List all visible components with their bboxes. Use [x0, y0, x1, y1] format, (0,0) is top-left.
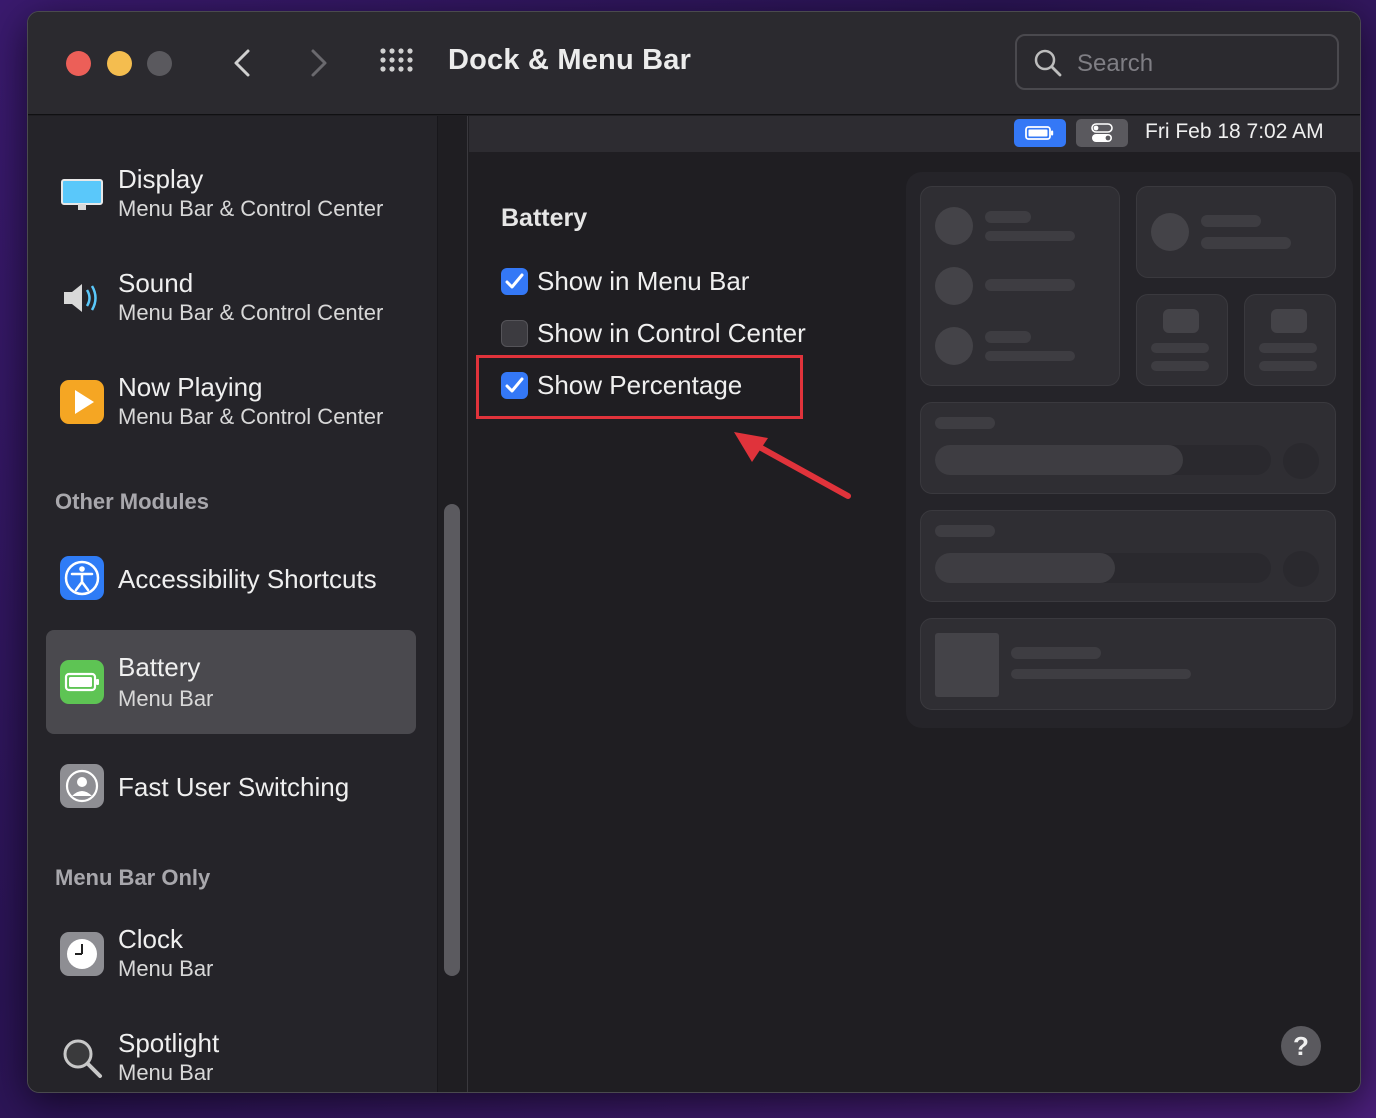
- preview-card: [920, 186, 1120, 386]
- sidebar-item-title: Fast User Switching: [118, 772, 350, 802]
- annotation-arrow-icon: [734, 432, 851, 499]
- close-button[interactable]: [66, 51, 91, 76]
- sidebar-item-title: Spotlight: [118, 1028, 220, 1058]
- sidebar-item-title: Now Playing: [118, 372, 263, 402]
- sidebar-item-fast-user-switching[interactable]: Fast User Switching: [46, 756, 416, 820]
- show-in-control-center-checkbox[interactable]: [501, 320, 528, 347]
- content-pane: Fri Feb 18 7:02 AM Battery Show in Menu …: [469, 116, 1360, 1092]
- back-button[interactable]: [228, 46, 258, 80]
- menubar-battery-item: [1014, 119, 1066, 147]
- menubar-control-center-item: [1076, 119, 1128, 147]
- accessibility-icon: [60, 556, 104, 600]
- sidebar-item-clock[interactable]: Clock Menu Bar: [46, 924, 416, 994]
- sidebar-item-title: Accessibility Shortcuts: [118, 564, 377, 594]
- search-icon: [1034, 49, 1062, 77]
- grid-icon: [380, 48, 413, 72]
- option-label: Show in Menu Bar: [537, 266, 750, 296]
- sidebar: Display Menu Bar & Control Center Sound …: [28, 116, 438, 1092]
- sidebar-item-spotlight[interactable]: Spotlight Menu Bar: [46, 1028, 416, 1092]
- preview-card: [920, 510, 1336, 602]
- battery-icon: [60, 660, 104, 704]
- sidebar-item-accessibility-shortcuts[interactable]: Accessibility Shortcuts: [46, 546, 416, 610]
- section-header-menu-bar-only: Menu Bar Only: [55, 865, 211, 890]
- checkmark-icon: [505, 273, 524, 289]
- option-label: Show in Control Center: [537, 318, 806, 348]
- scrollbar-thumb[interactable]: [444, 504, 460, 976]
- search-placeholder: Search: [1077, 50, 1154, 77]
- sidebar-item-battery[interactable]: Battery Menu Bar: [46, 630, 416, 734]
- sidebar-item-subtitle: Menu Bar: [118, 956, 214, 981]
- sidebar-item-subtitle: Menu Bar & Control Center: [118, 300, 384, 325]
- zoom-button[interactable]: [147, 51, 172, 76]
- speaker-icon: [64, 284, 97, 312]
- spotlight-icon: [63, 1039, 102, 1078]
- play-icon: [60, 380, 104, 424]
- sidebar-item-now-playing[interactable]: Now Playing Menu Bar & Control Center: [46, 368, 416, 438]
- help-button[interactable]: ?: [1281, 1026, 1321, 1066]
- preview-card: [1136, 294, 1228, 386]
- control-center-icon: [1091, 123, 1113, 142]
- sidebar-item-title: Display: [118, 164, 204, 194]
- chevron-left-icon: [234, 49, 250, 77]
- preview-card: [920, 402, 1336, 494]
- show-in-menu-bar-checkbox[interactable]: [501, 268, 528, 295]
- section-header-other-modules: Other Modules: [55, 489, 210, 514]
- minimize-button[interactable]: [107, 51, 132, 76]
- sidebar-item-title: Sound: [118, 268, 194, 298]
- sidebar-item-subtitle: Menu Bar & Control Center: [118, 404, 384, 429]
- menubar-clock: Fri Feb 18 7:02 AM: [1145, 120, 1324, 143]
- chevron-right-icon: [311, 49, 327, 77]
- preview-card: [1244, 294, 1336, 386]
- control-center-preview: [906, 172, 1353, 728]
- titlebar: Dock & Menu Bar Search: [28, 12, 1360, 115]
- battery-section-title: Battery: [501, 204, 588, 232]
- sidebar-item-title: Clock: [118, 924, 184, 954]
- sidebar-item-subtitle: Menu Bar & Control Center: [118, 196, 384, 221]
- user-icon: [60, 764, 104, 808]
- search-field[interactable]: Search: [1015, 34, 1339, 90]
- preview-card: [1136, 186, 1336, 278]
- display-icon: [61, 179, 103, 210]
- battery-icon: [1025, 126, 1054, 140]
- menubar-preview: Fri Feb 18 7:02 AM: [469, 116, 1360, 152]
- sidebar-item-sound[interactable]: Sound Menu Bar & Control Center: [46, 264, 416, 334]
- forward-button[interactable]: [303, 46, 333, 80]
- clock-icon: [60, 932, 104, 976]
- show-all-button[interactable]: [380, 48, 418, 78]
- preferences-window: Dock & Menu Bar Search Display Menu Bar …: [27, 11, 1361, 1093]
- sidebar-item-subtitle: Menu Bar: [118, 686, 214, 711]
- sidebar-item-title: Battery: [118, 652, 201, 682]
- annotation-highlight-box: [476, 355, 803, 419]
- sidebar-item-subtitle: Menu Bar: [118, 1060, 214, 1085]
- window-title: Dock & Menu Bar: [448, 44, 692, 76]
- sidebar-item-display[interactable]: Display Menu Bar & Control Center: [46, 160, 416, 230]
- preview-card: [920, 618, 1336, 710]
